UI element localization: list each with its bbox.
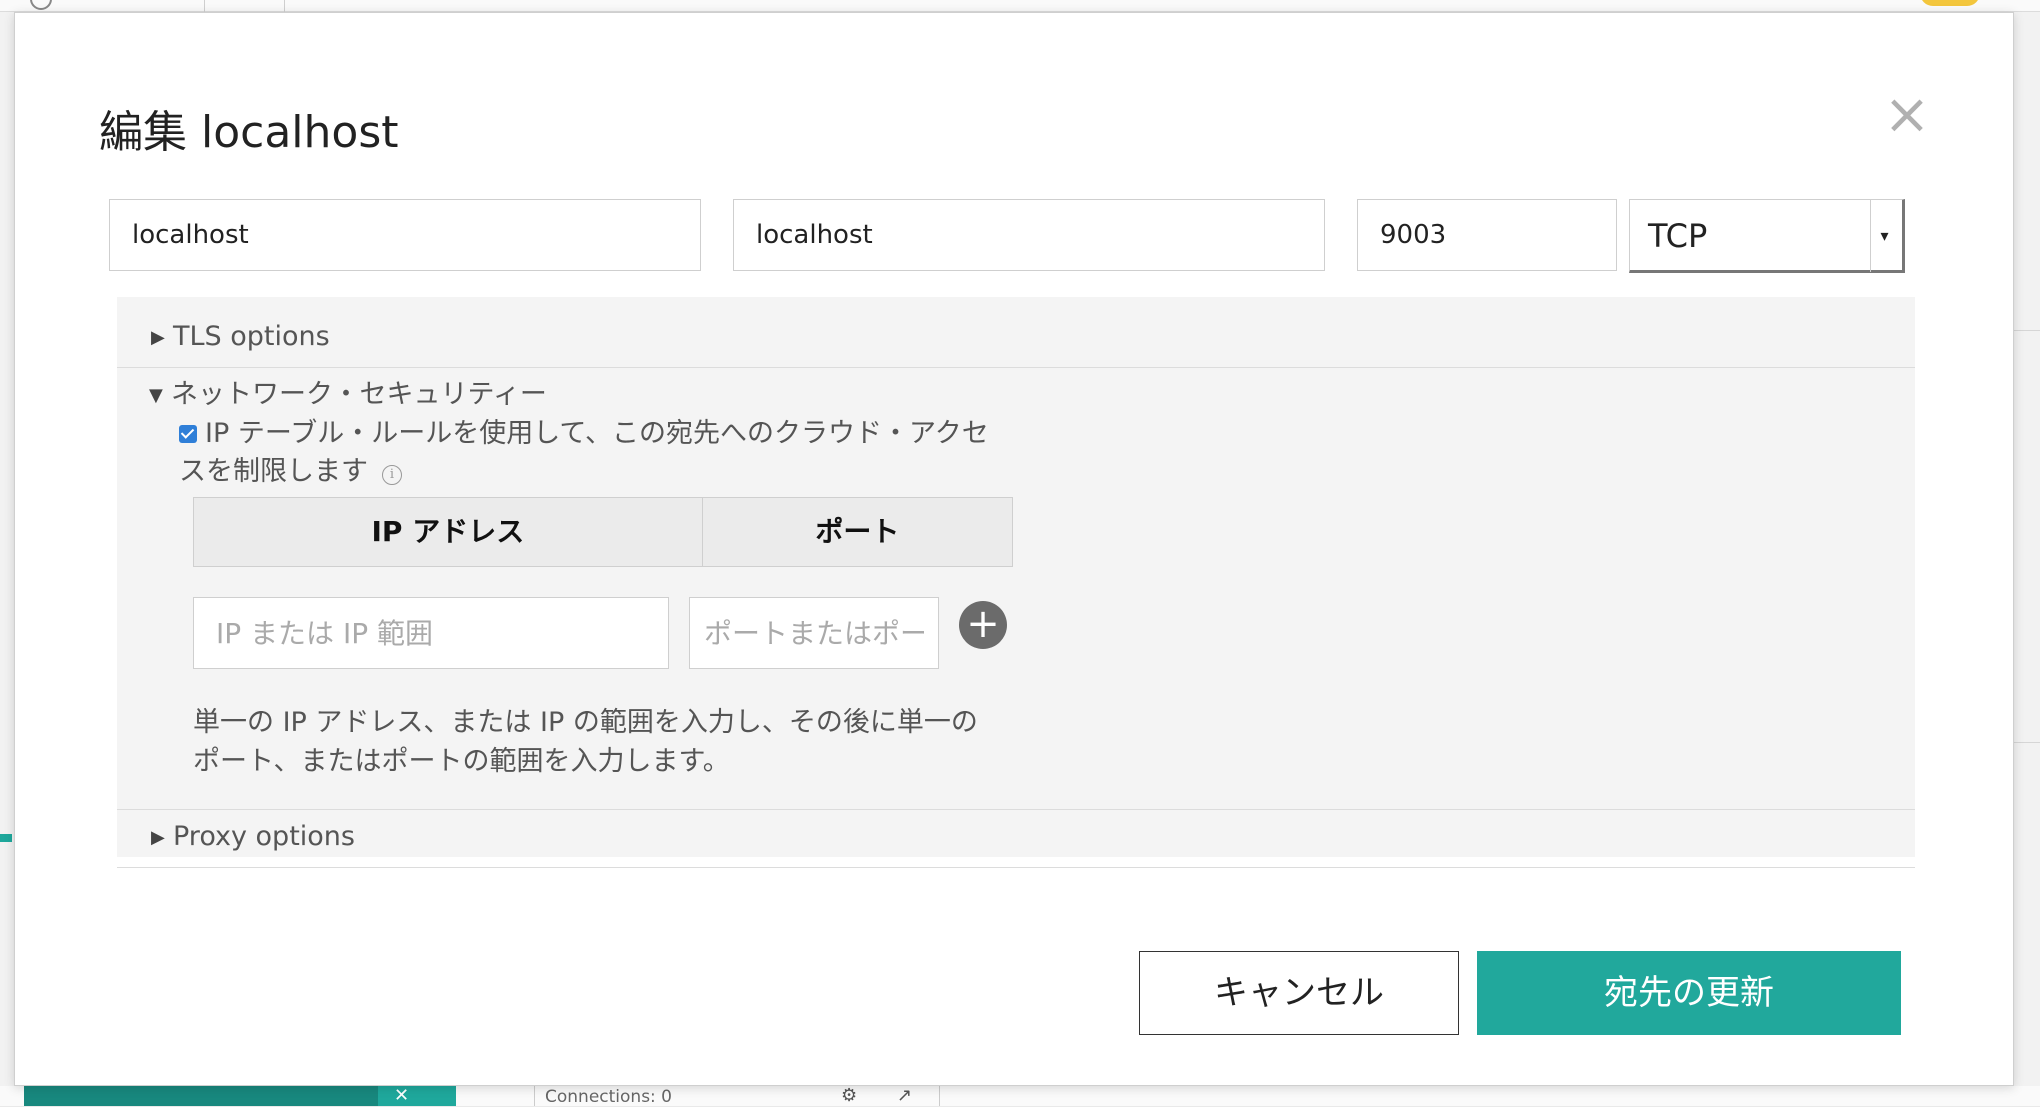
caret-right-icon: ▶ <box>151 820 169 856</box>
caret-right-icon: ▶ <box>151 320 169 356</box>
background-user-icon <box>30 0 52 10</box>
info-icon[interactable]: i <box>382 465 402 485</box>
tls-options-toggle[interactable]: ▶TLS options <box>151 319 330 356</box>
background-separator <box>284 0 285 12</box>
background-accent <box>0 834 12 842</box>
network-security-label: ネットワーク・セキュリティー <box>171 379 547 410</box>
update-destination-button[interactable]: 宛先の更新 <box>1477 951 1901 1035</box>
caret-down-icon: ▼ <box>149 378 167 414</box>
background-statusbar: ✕ Connections: 0 ⚙ ↗ <box>0 1086 2040 1106</box>
ip-address-column-header: IP アドレス <box>194 498 703 566</box>
protocol-value: TCP <box>1648 200 1707 272</box>
protocol-select[interactable]: TCP ▾ <box>1629 199 1905 273</box>
background-teal-bar <box>24 1086 378 1106</box>
ip-restriction-text-line2-row: スを制限します i <box>179 453 999 491</box>
close-icon[interactable]: × <box>1877 85 1937 145</box>
background-tool-icon: ✕ <box>378 1086 456 1106</box>
section-divider <box>117 809 1915 810</box>
destination-host-input[interactable] <box>733 199 1325 271</box>
background-separator <box>204 0 205 12</box>
help-text-line2: ポート、またはポートの範囲を入力します。 <box>193 742 1013 781</box>
ip-restriction-checkbox[interactable] <box>179 425 197 443</box>
ip-rules-table-header: IP アドレス ポート <box>193 497 1013 567</box>
modal-title: 編集 localhost <box>99 105 399 161</box>
add-rule-button[interactable]: + <box>959 601 1007 649</box>
background-connections: Connections: 0 ⚙ ↗ <box>534 1086 940 1106</box>
background-badge-icon <box>1920 0 1980 6</box>
ip-restriction-text-line2: スを制限します <box>179 456 368 487</box>
section-divider <box>117 867 1915 868</box>
port-range-input[interactable] <box>689 597 939 669</box>
proxy-options-toggle[interactable]: ▶Proxy options <box>151 819 355 856</box>
chevron-down-icon: ▾ <box>1870 200 1898 272</box>
destination-port-input[interactable] <box>1357 199 1617 271</box>
edit-destination-modal: 編集 localhost × TCP ▾ ▶TLS options ▼ネットワー… <box>14 12 2014 1086</box>
ip-range-input[interactable] <box>193 597 669 669</box>
gear-icon: ⚙ <box>841 1086 857 1106</box>
port-column-header: ポート <box>703 498 1012 566</box>
section-divider <box>117 367 1915 368</box>
help-text-line1: 単一の IP アドレス、または IP の範囲を入力し、その後に単一の <box>193 703 1013 742</box>
tls-options-label: TLS options <box>173 321 330 352</box>
proxy-options-label: Proxy options <box>173 821 355 852</box>
network-security-toggle[interactable]: ▼ネットワーク・セキュリティー <box>149 377 547 414</box>
background-topbar <box>0 0 2040 12</box>
connections-label: Connections: 0 <box>545 1088 672 1106</box>
share-icon: ↗ <box>897 1086 912 1106</box>
ip-rules-help-text: 単一の IP アドレス、または IP の範囲を入力し、その後に単一の ポート、ま… <box>193 703 1013 781</box>
ip-restriction-text-line1: IP テーブル・ルールを使用して、この宛先へのクラウド・アクセ <box>205 415 1005 453</box>
destination-name-input[interactable] <box>109 199 701 271</box>
cancel-button[interactable]: キャンセル <box>1139 951 1459 1035</box>
